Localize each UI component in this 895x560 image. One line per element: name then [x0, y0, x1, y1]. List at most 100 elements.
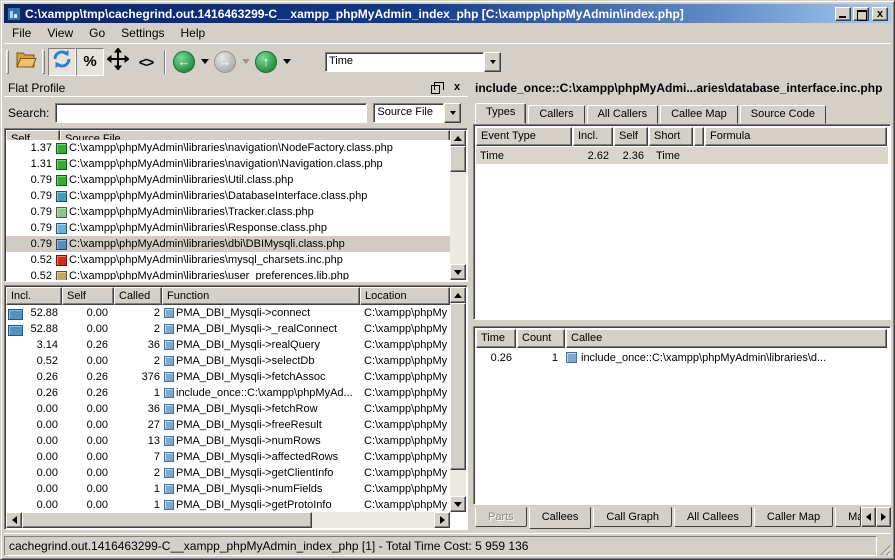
dock-layout-button[interactable] — [104, 48, 132, 76]
function-row[interactable]: 0.520.002PMA_DBI_Mysqli->selectDbC:\xamp… — [6, 353, 450, 369]
scroll-right-button[interactable] — [434, 512, 450, 528]
forward-button[interactable]: → — [211, 48, 239, 76]
function-row[interactable]: 0.000.0013PMA_DBI_Mysqli->numRowsC:\xamp… — [6, 433, 450, 449]
expand-button[interactable]: <> — [132, 48, 160, 76]
grouping-combobox[interactable]: Source File — [373, 103, 461, 123]
scroll-down-button[interactable] — [450, 496, 466, 512]
col-header-event-type[interactable]: Event Type — [476, 127, 572, 146]
event-type-combobox[interactable]: Time — [325, 52, 501, 72]
resize-grip[interactable] — [877, 536, 891, 556]
file-row[interactable]: 1.31C:\xampp\phpMyAdmin\libraries\naviga… — [6, 156, 450, 172]
forward-dropdown[interactable] — [239, 48, 252, 76]
minimize-button[interactable] — [835, 7, 851, 21]
file-row[interactable]: 0.52C:\xampp\phpMyAdmin\libraries\user_p… — [6, 268, 450, 280]
col-header-fself[interactable]: Self — [62, 287, 114, 305]
file-row[interactable]: 1.37C:\xampp\phpMyAdmin\libraries\naviga… — [6, 140, 450, 156]
file-row[interactable]: 0.52C:\xampp\phpMyAdmin\libraries\mysql_… — [6, 252, 450, 268]
bottom-tab-all-callees[interactable]: All Callees — [674, 507, 752, 527]
scroll-up-button[interactable] — [450, 130, 466, 146]
col-header-location[interactable]: Location — [360, 287, 450, 305]
function-row[interactable]: 0.260.26376PMA_DBI_Mysqli->fetchAssocC:\… — [6, 369, 450, 385]
tab-types[interactable]: Types — [475, 103, 526, 124]
self-value: 0.00 — [62, 435, 114, 447]
col-header-callee[interactable]: Callee — [566, 329, 887, 348]
scroll-up-button[interactable] — [450, 287, 466, 303]
open-file-button[interactable] — [12, 48, 40, 76]
function-row[interactable]: 52.880.002PMA_DBI_Mysqli->_realConnectC:… — [6, 321, 450, 337]
tab-source-code[interactable]: Source Code — [740, 105, 826, 124]
bottom-tab-machine[interactable]: Machine — [835, 507, 861, 527]
col-header-spacer[interactable] — [694, 127, 704, 146]
bottom-tab-call-graph[interactable]: Call Graph — [593, 507, 672, 527]
back-dropdown[interactable] — [198, 48, 211, 76]
function-row[interactable]: 0.000.001PMA_DBI_Mysqli->numFieldsC:\xam… — [6, 481, 450, 497]
up-dropdown[interactable] — [280, 48, 293, 76]
col-header-count[interactable]: Count — [517, 329, 565, 348]
file-row[interactable]: 0.79C:\xampp\phpMyAdmin\libraries\Util.c… — [6, 172, 450, 188]
menu-item-help[interactable]: Help — [173, 24, 214, 42]
function-name: PMA_DBI_Mysqli->fetchRow — [176, 403, 318, 415]
bottom-tab-callees[interactable]: Callees — [529, 507, 592, 529]
file-row[interactable]: 0.79C:\xampp\phpMyAdmin\libraries\dbi\DB… — [6, 236, 450, 252]
bottom-tab-caller-map[interactable]: Caller Map — [754, 507, 833, 527]
scroll-thumb[interactable] — [450, 303, 466, 470]
self-value: 0.00 — [62, 451, 114, 463]
float-icon[interactable] — [430, 82, 444, 94]
back-button[interactable]: ← — [170, 48, 198, 76]
up-button[interactable]: ↑ — [252, 48, 280, 76]
col-header-formula[interactable]: Formula — [705, 127, 887, 146]
function-row[interactable]: 0.260.261include_once::C:\xampp\phpMyAd.… — [6, 385, 450, 401]
function-row[interactable]: 0.000.007PMA_DBI_Mysqli->affectedRowsC:\… — [6, 449, 450, 465]
function-scrollbar-v[interactable] — [450, 287, 466, 512]
menu-item-view[interactable]: View — [39, 24, 81, 42]
combo-dropdown-button[interactable] — [484, 52, 501, 72]
relative-cost-button[interactable] — [48, 48, 76, 76]
tab-callers[interactable]: Callers — [528, 105, 584, 124]
percentage-button[interactable]: % — [76, 48, 104, 76]
grouping-dropdown-button[interactable] — [444, 103, 461, 123]
scroll-thumb[interactable] — [22, 512, 312, 528]
tab-scroll-left[interactable] — [861, 507, 876, 527]
location-value: C:\xampp\phpMy — [360, 323, 450, 335]
toolbar-handle-2[interactable] — [42, 50, 45, 74]
menu-item-settings[interactable]: Settings — [113, 24, 172, 42]
col-header-function[interactable]: Function — [162, 287, 360, 305]
close-button[interactable]: x — [872, 7, 888, 21]
function-row[interactable]: 52.880.002PMA_DBI_Mysqli->connectC:\xamp… — [6, 305, 450, 321]
event-row[interactable]: Time2.622.36Time — [476, 147, 888, 164]
detail-pane: include_once::C:\xampp\phpMyAdmi...aries… — [473, 79, 891, 530]
tab-scroll-right[interactable] — [876, 507, 891, 527]
search-input[interactable] — [55, 103, 367, 123]
col-header-short[interactable]: Short — [649, 127, 693, 146]
grouping-value: Source File — [373, 103, 444, 123]
detail-tabs: TypesCallersAll CallersCallee MapSource … — [475, 103, 889, 124]
file-row[interactable]: 0.79C:\xampp\phpMyAdmin\libraries\Respon… — [6, 220, 450, 236]
title-bar[interactable]: C:\xampp\tmp\cachegrind.out.1416463299-C… — [4, 4, 891, 23]
col-header-eself[interactable]: Self — [614, 127, 648, 146]
scroll-left-button[interactable] — [6, 512, 22, 528]
function-row[interactable]: 3.140.2636PMA_DBI_Mysqli->realQueryC:\xa… — [6, 337, 450, 353]
menu-item-go[interactable]: Go — [81, 24, 113, 42]
file-row[interactable]: 0.79C:\xampp\phpMyAdmin\libraries\Databa… — [6, 188, 450, 204]
tab-callee-map[interactable]: Callee Map — [660, 105, 738, 124]
function-row[interactable]: 0.000.002PMA_DBI_Mysqli->getClientInfoC:… — [6, 465, 450, 481]
col-header-incl[interactable]: Incl. — [6, 287, 62, 305]
toolbar-handle[interactable] — [6, 50, 9, 74]
menu-item-file[interactable]: File — [4, 24, 39, 42]
function-row[interactable]: 0.000.0036PMA_DBI_Mysqli->fetchRowC:\xam… — [6, 401, 450, 417]
scroll-down-button[interactable] — [450, 264, 466, 280]
col-header-called[interactable]: Called — [114, 287, 162, 305]
col-header-eincl[interactable]: Incl. — [573, 127, 613, 146]
dock-close-icon[interactable]: x — [450, 82, 464, 94]
col-header-time[interactable]: Time — [476, 329, 516, 348]
file-row[interactable]: 0.79C:\xampp\phpMyAdmin\libraries\Tracke… — [6, 204, 450, 220]
function-row[interactable]: 0.000.001PMA_DBI_Mysqli->getProtoInfoC:\… — [6, 497, 450, 512]
scroll-thumb[interactable] — [450, 146, 466, 172]
callee-row[interactable]: 0.261include_once::C:\xampp\phpMyAdmin\l… — [476, 349, 888, 366]
file-list-scrollbar[interactable] — [450, 130, 466, 280]
maximize-button[interactable] — [853, 7, 869, 21]
dock-header[interactable]: Flat Profile x — [4, 79, 468, 97]
function-scrollbar-h[interactable] — [6, 512, 450, 528]
function-row[interactable]: 0.000.0027PMA_DBI_Mysqli->freeResultC:\x… — [6, 417, 450, 433]
tab-all-callers[interactable]: All Callers — [587, 105, 659, 124]
